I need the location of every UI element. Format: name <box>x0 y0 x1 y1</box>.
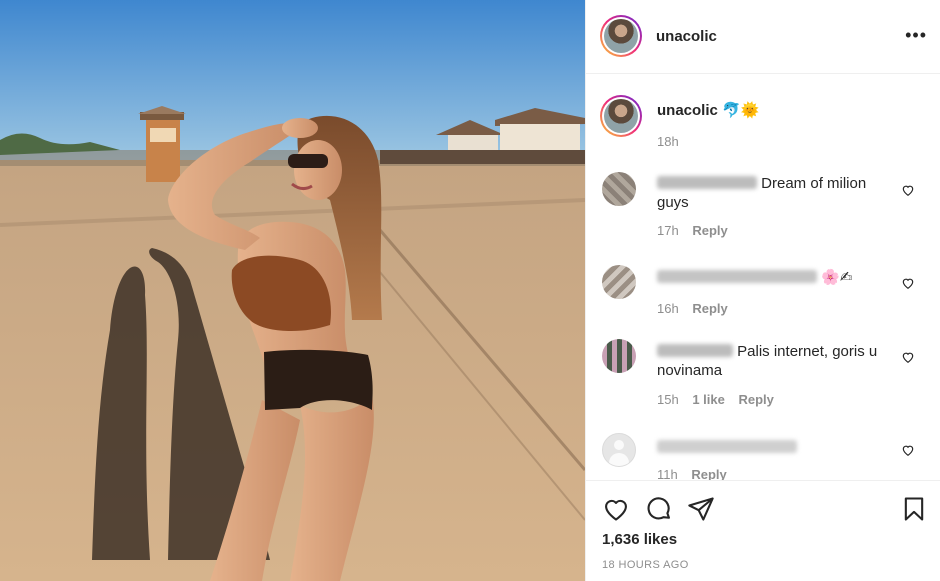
commenter-username-blurred[interactable] <box>657 344 733 357</box>
heart-icon[interactable] <box>602 495 630 523</box>
bookmark-icon[interactable] <box>900 495 928 523</box>
comment-like-heart-icon[interactable] <box>901 350 915 364</box>
post-side-panel: unacolic ••• unacolic 🐬🌞 18h Dream of mi… <box>585 0 940 581</box>
caption-emoji: 🐬🌞 <box>722 102 760 119</box>
commenter-avatar[interactable] <box>602 339 636 373</box>
commenter-avatar[interactable] <box>602 265 636 299</box>
comment-time[interactable]: 11h <box>657 467 678 480</box>
comment-meta: 11h Reply <box>657 467 737 480</box>
commenter-avatar-default[interactable] <box>602 433 636 467</box>
post-actions-section: 1,636 likes 18 HOURS AGO <box>586 480 940 581</box>
comment-icon[interactable] <box>645 495 673 523</box>
share-icon[interactable] <box>687 495 715 523</box>
comment-meta: 17h Reply <box>657 223 738 238</box>
comment-meta: 16h Reply <box>657 301 738 316</box>
likes-count[interactable]: 1,636 likes <box>602 531 677 548</box>
comment-likes-count[interactable]: 1 like <box>692 392 725 407</box>
comment-like-heart-icon[interactable] <box>901 443 915 457</box>
comments-list[interactable]: unacolic 🐬🌞 18h Dream of milion guys 17h… <box>586 75 940 480</box>
reply-button[interactable]: Reply <box>738 392 773 407</box>
comment-text: 🌸✍ <box>821 269 853 286</box>
caption-avatar[interactable] <box>600 95 642 137</box>
posted-time[interactable]: 18 HOURS AGO <box>602 559 689 571</box>
comment-body <box>657 438 887 457</box>
post-header: unacolic ••• <box>586 0 940 74</box>
caption-time[interactable]: 18h <box>657 134 679 149</box>
author-avatar[interactable] <box>600 15 642 57</box>
reply-button[interactable]: Reply <box>692 223 727 238</box>
caption-meta: 18h <box>657 134 689 149</box>
comment-body: Dream of milion guys <box>657 174 887 212</box>
comment-time[interactable]: 16h <box>657 301 679 316</box>
comment-time[interactable]: 17h <box>657 223 679 238</box>
commenter-username-blurred[interactable] <box>657 440 797 453</box>
comment-like-heart-icon[interactable] <box>901 183 915 197</box>
comment-like-heart-icon[interactable] <box>901 276 915 290</box>
comment-body: Palis internet, goris u novinama <box>657 342 887 380</box>
reply-button[interactable]: Reply <box>692 301 727 316</box>
more-options-icon[interactable]: ••• <box>905 26 927 44</box>
commenter-username-blurred[interactable] <box>657 176 757 189</box>
beach-photo-illustration <box>0 0 585 581</box>
commenter-username-blurred[interactable] <box>657 270 817 283</box>
caption-text: unacolic 🐬🌞 <box>657 101 887 120</box>
caption-username[interactable]: unacolic <box>657 102 718 119</box>
comment-time[interactable]: 15h <box>657 392 679 407</box>
post-photo[interactable] <box>0 0 585 581</box>
comment-body: 🌸✍ <box>657 268 887 287</box>
comment-meta: 15h 1 like Reply <box>657 392 784 407</box>
commenter-avatar[interactable] <box>602 172 636 206</box>
author-username[interactable]: unacolic <box>656 28 717 45</box>
reply-button[interactable]: Reply <box>691 467 726 480</box>
